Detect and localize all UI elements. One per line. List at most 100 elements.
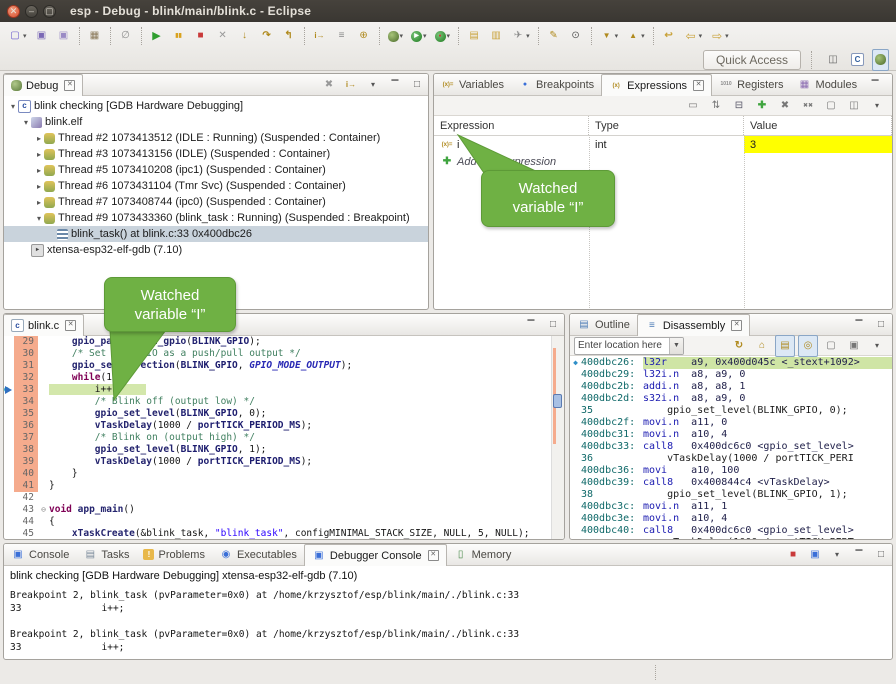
breakpoint-gutter[interactable] [4,396,14,408]
column-header-type[interactable]: Type [589,116,744,135]
prev-annotation-dropdown-icon[interactable]: ▾ [641,32,645,40]
disasm-instruction-row[interactable]: 400dbc33:call8 0x400dc6c0 <gpio_set_leve… [570,441,892,453]
code-line[interactable]: 29 gpio_pad_select_gpio(BLINK_GPIO); [4,336,564,348]
cpp-perspective-button[interactable]: C [848,49,867,71]
location-combo-text[interactable]: Enter location here [575,340,669,351]
terminate-button[interactable]: ■ [191,25,211,47]
disasm-source-row[interactable]: 36 vTaskDelay(1000 / portTICK_PERI [570,453,892,465]
minimize-button[interactable]: ▔ [849,545,869,565]
code-text[interactable]: { [49,516,564,528]
tree-item[interactable]: blink_task() at blink.c:33 0x400dbc26 [4,226,428,242]
column-header-value[interactable]: Value [744,116,892,135]
disasm-instruction-row[interactable]: 400dbc29:l32i.n a8, a9, 0 [570,369,892,381]
value-cell[interactable]: 3 [744,136,892,153]
breakpoint-gutter[interactable] [4,372,14,384]
view-menu-button[interactable]: ▾ [363,75,383,95]
show-filters-button[interactable]: ≡ [332,25,352,47]
editor-overview-ruler[interactable] [551,336,564,539]
tab-modules[interactable]: ▦Modules [791,74,865,95]
breakpoint-gutter[interactable] [4,444,14,456]
tree-item[interactable]: ▸Thread #2 1073413512 (IDLE : Running) (… [4,130,428,146]
tree-expander-icon[interactable]: ▸ [34,198,44,207]
disasm-instruction-row[interactable]: ◆400dbc26:l32r a9, 0x400d045c <_stext+10… [570,357,892,369]
show-source-button[interactable]: ▤ [775,335,795,357]
pin-button[interactable]: ▣ [844,335,864,357]
code-line[interactable]: 33 i++; [4,384,564,396]
breakpoint-gutter[interactable] [4,360,14,372]
view-menu-button[interactable]: ▾ [827,545,847,565]
tree-item[interactable]: ▾blink.elf [4,114,428,130]
show-logical-structure-button[interactable]: ⇅ [706,95,726,117]
step-into-button[interactable]: ↓ [235,25,255,47]
track-location-button[interactable]: ◎ [798,335,818,357]
link-with-debug-button[interactable]: ◫ [844,95,864,117]
code-line[interactable]: 37 /* Blink on (output high) */ [4,432,564,444]
add-expression-button[interactable]: ✚ [752,95,772,117]
new-view-button[interactable]: ▢ [821,335,841,357]
code-text[interactable]: gpio_set_level(BLINK_GPIO, 0); [49,408,564,420]
disassembly-listing[interactable]: ◆400dbc26:l32r a9, 0x400d045c <_stext+10… [570,356,892,540]
code-text[interactable]: } [49,468,564,480]
tab-debug[interactable]: Debug✕ [4,74,83,96]
tab-memory[interactable]: ▯Memory [447,544,519,565]
debug-perspective-button[interactable] [872,49,889,71]
breakpoint-gutter[interactable] [4,456,14,468]
open-perspective-button[interactable]: ◫ [823,49,843,71]
back-dropdown-icon[interactable]: ▾ [699,32,703,40]
tab-executables[interactable]: ◉Executables [212,544,304,565]
breakpoint-gutter[interactable] [4,516,14,528]
code-text[interactable]: vTaskDelay(1000 / portTICK_PERIOD_MS); [49,420,564,432]
code-text[interactable]: } [49,480,564,492]
tab-outline[interactable]: ▤Outline [570,314,637,335]
last-edit-button[interactable]: ↩ [659,25,679,47]
forward-button[interactable]: ⇨▾ [707,25,732,47]
tab-disassembly[interactable]: ≡Disassembly✕ [637,314,750,336]
console-display-button[interactable]: ▣ [805,545,825,565]
code-line[interactable]: 45 xTaskCreate(&blink_task, "blink_task"… [4,528,564,540]
code-line[interactable]: 39 vTaskDelay(1000 / portTICK_PERIOD_MS)… [4,456,564,468]
tree-expander-icon[interactable]: ▾ [21,118,31,127]
new-wizard-dropdown-icon[interactable]: ▾ [23,32,27,40]
location-combo-dropdown-icon[interactable]: ▼ [669,338,683,354]
debug-tree[interactable]: ▾cblink checking [GDB Hardware Debugging… [4,96,428,258]
type-cell[interactable]: int [589,136,744,153]
run-dropdown-icon[interactable]: ▾ [423,32,427,40]
code-text[interactable]: xTaskCreate(&blink_task, "blink_task", c… [49,528,564,540]
resume-button[interactable]: ▶ [147,25,167,47]
tab-problems[interactable]: !Problems [136,544,211,565]
view-menu-button[interactable]: ▾ [867,335,887,357]
tab-console[interactable]: ▣Console [4,544,76,565]
minimize-button[interactable]: ▔ [385,75,405,95]
tab-debugger-console[interactable]: ▣Debugger Console✕ [304,544,447,566]
breakpoint-gutter[interactable] [4,384,14,396]
tree-item[interactable]: ▾Thread #9 1073433360 (blink_task : Runn… [4,210,428,226]
new-view-button[interactable]: ▢ [821,95,841,117]
skip-breakpoints-button[interactable]: ∅ [116,25,136,47]
tree-item[interactable]: ▸Thread #3 1073413156 (IDLE) (Suspended … [4,146,428,162]
instruction-stepping-button[interactable]: i→ [341,75,361,95]
step-return-button[interactable]: ↰ [279,25,299,47]
run-button[interactable]: ▶▾ [408,25,430,47]
tab-close-icon[interactable]: ✕ [693,80,704,91]
disasm-instruction-row[interactable]: 400dbc31:movi.n a10, 4 [570,429,892,441]
titlebar[interactable]: ✕ – ▢ esp - Debug - blink/main/blink.c -… [0,0,896,22]
code-line[interactable]: 30 /* Set the GPIO as a push/pull output… [4,348,564,360]
search-button[interactable]: ⊙ [566,25,586,47]
code-line[interactable]: 40 } [4,468,564,480]
disasm-source-row[interactable]: 35 gpio_set_level(BLINK_GPIO, 0); [570,405,892,417]
code-text[interactable] [49,492,564,504]
code-line[interactable]: 31 gpio_set_direction(BLINK_GPIO, GPIO_M… [4,360,564,372]
maximize-button[interactable]: ▢ [43,5,56,18]
save-button[interactable]: ▣ [32,25,52,47]
tab-breakpoints[interactable]: ●Breakpoints [511,74,601,95]
open-folder-button[interactable]: ▤ [464,25,484,47]
format-button[interactable]: ✎ [544,25,564,47]
code-text[interactable]: gpio_set_level(BLINK_GPIO, 1); [49,444,564,456]
breakpoint-gutter[interactable] [4,528,14,540]
external-tools-button[interactable]: ✈▾ [508,25,533,47]
refresh-button[interactable]: ↻ [729,335,749,357]
open-folder2-button[interactable]: ▥ [486,25,506,47]
new-wizard-button[interactable]: ▢▾ [5,25,30,47]
tree-item[interactable]: ▾cblink checking [GDB Hardware Debugging… [4,98,428,114]
breakpoint-gutter[interactable] [4,480,14,492]
